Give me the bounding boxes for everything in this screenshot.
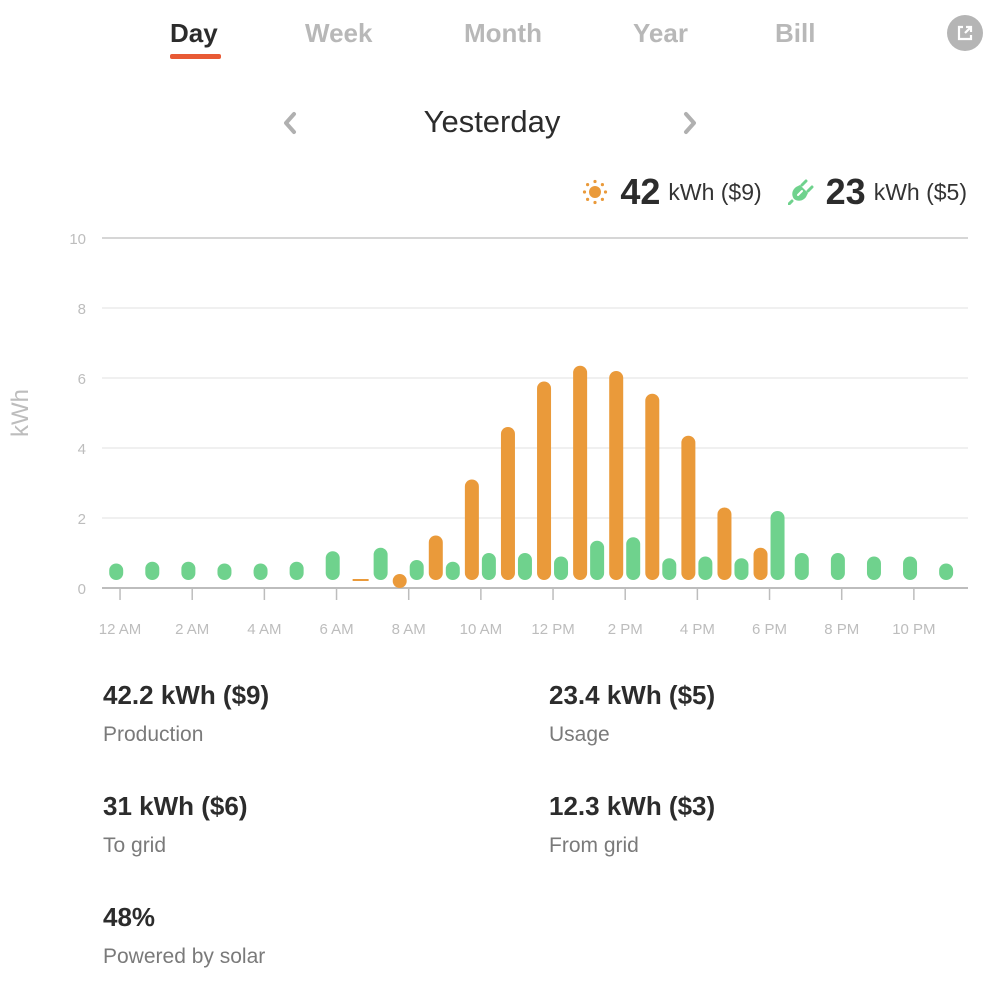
share-button[interactable] <box>947 15 983 51</box>
y-axis-label: kWh <box>7 389 34 437</box>
production-bar <box>717 507 732 580</box>
usage-bar <box>554 556 569 580</box>
tab-day[interactable]: Day <box>170 18 218 49</box>
stat-label: Usage <box>549 723 610 746</box>
x-tick-label: 12 PM <box>531 621 574 638</box>
stat-to-grid: 31 kWh ($6) To grid <box>103 791 248 858</box>
chevron-right-icon[interactable] <box>678 108 702 138</box>
active-tab-indicator <box>170 54 221 59</box>
y-tick-label: 6 <box>78 371 86 388</box>
x-tick-label: 4 PM <box>680 621 715 638</box>
stat-production: 42.2 kWh ($9) Production <box>103 680 269 747</box>
y-tick-label: 2 <box>78 511 86 528</box>
usage-bar <box>325 551 340 580</box>
usage-total: 23 <box>825 171 866 212</box>
x-tick-label: 10 PM <box>892 621 935 638</box>
x-tick-label: 6 AM <box>319 621 353 638</box>
usage-bar <box>409 560 424 580</box>
production-total-unit: kWh ($9) <box>668 178 762 205</box>
stat-value: 12.3 kWh ($3) <box>549 791 716 821</box>
tab-year[interactable]: Year <box>633 18 688 49</box>
tab-bill[interactable]: Bill <box>775 18 815 49</box>
x-tick-label: 4 AM <box>247 621 281 638</box>
x-tick-label: 2 PM <box>608 621 643 638</box>
stat-label: To grid <box>103 834 167 857</box>
stat-value: 23.4 kWh ($5) <box>549 680 716 710</box>
sun-icon <box>582 179 608 205</box>
y-tick-label: 0 <box>78 581 86 598</box>
stat-label: From grid <box>549 834 639 857</box>
y-tick-label: 10 <box>69 231 86 248</box>
usage-bar <box>181 561 196 580</box>
x-tick-label: 8 AM <box>392 621 426 638</box>
period-tabs: Day Week Month Year Bill <box>0 14 1000 64</box>
stat-label: Powered by solar <box>103 945 266 968</box>
stat-value: 31 kWh ($6) <box>103 791 248 821</box>
stat-value: 42.2 kWh ($9) <box>103 680 270 710</box>
y-tick-label: 4 <box>78 441 86 458</box>
x-tick-label: 2 AM <box>175 621 209 638</box>
usage-bar <box>662 558 677 580</box>
x-tick-label: 6 PM <box>752 621 787 638</box>
production-bar <box>609 371 624 580</box>
usage-bar <box>289 561 304 580</box>
usage-bar <box>109 563 124 580</box>
production-bar <box>428 535 443 580</box>
usage-bar <box>770 511 785 580</box>
date-navigation: Yesterday <box>0 100 1000 150</box>
stat-value: 48% <box>103 902 156 932</box>
usage-bar <box>626 537 641 580</box>
stat-from-grid: 12.3 kWh ($3) From grid <box>549 791 715 858</box>
stat-label: Production <box>103 723 204 746</box>
stat-usage: 23.4 kWh ($5) Usage <box>549 680 715 747</box>
production-bar <box>753 547 768 580</box>
usage-bar <box>590 540 605 580</box>
tab-week[interactable]: Week <box>305 18 372 49</box>
production-bar <box>500 427 515 580</box>
usage-bar <box>903 556 918 580</box>
x-tick-label: 10 AM <box>460 621 503 638</box>
production-bar <box>645 393 660 580</box>
usage-total-unit: kWh ($5) <box>873 178 967 205</box>
production-bar <box>464 479 479 580</box>
usage-bar <box>373 547 388 580</box>
x-tick-label: 8 PM <box>824 621 859 638</box>
usage-bar <box>794 553 809 580</box>
production-bar <box>392 574 407 588</box>
x-tick-label: 12 AM <box>99 621 142 638</box>
external-link-icon <box>957 25 973 41</box>
summary-totals: 42 kWh ($9) 23 kWh ($5) <box>582 170 967 214</box>
usage-bar <box>253 563 268 580</box>
tab-month[interactable]: Month <box>464 18 542 49</box>
usage-bar <box>445 561 460 580</box>
usage-bar <box>217 563 232 580</box>
stat-powered-by-solar: 48% Powered by solar <box>103 902 265 969</box>
usage-bar <box>830 553 845 580</box>
usage-bar <box>734 558 749 580</box>
production-bar <box>573 365 588 580</box>
date-label: Yesterday <box>423 104 561 139</box>
usage-bar <box>866 556 881 580</box>
production-bar <box>352 579 369 581</box>
energy-bar-chart: 0 2 4 6 8 10 12 AM 2 AM 4 AM 6 AM 8 AM 10 AM 12 PM 2 … <box>7 231 968 638</box>
usage-bar <box>939 563 954 580</box>
usage-bar <box>698 556 713 580</box>
production-bar <box>537 381 552 580</box>
production-bar <box>681 435 696 580</box>
plug-icon <box>787 179 814 205</box>
usage-bar <box>517 553 532 580</box>
production-total: 42 <box>620 171 661 212</box>
usage-bar <box>145 561 160 580</box>
usage-bar <box>481 553 496 580</box>
y-tick-label: 8 <box>78 301 86 318</box>
